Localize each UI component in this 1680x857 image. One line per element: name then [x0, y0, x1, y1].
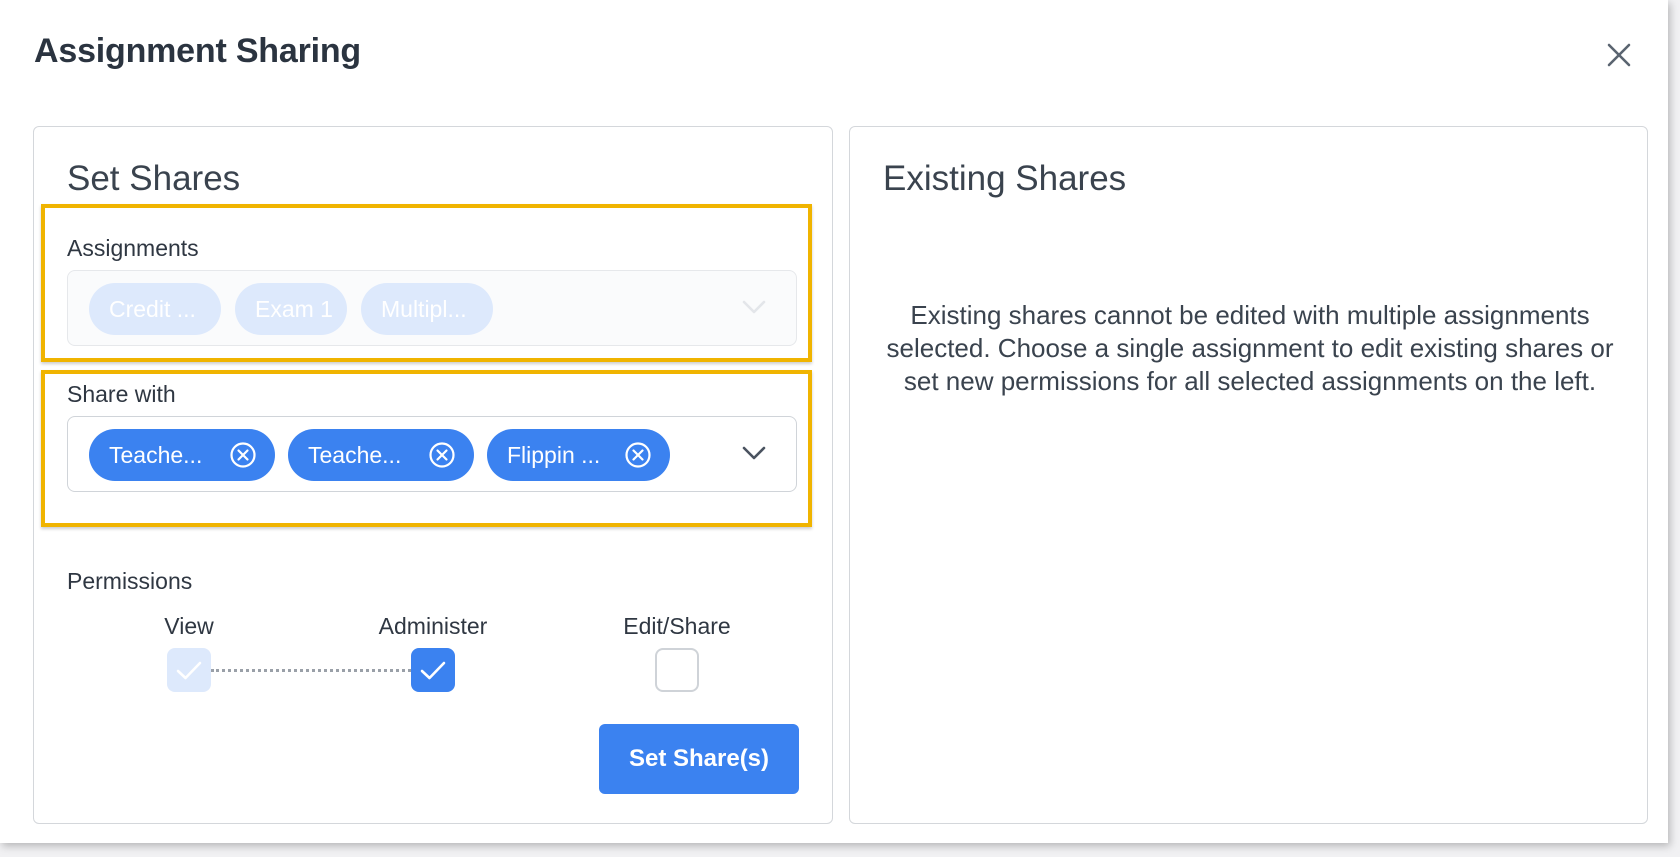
check-icon [420, 661, 446, 680]
assignments-dropdown-toggle [740, 297, 768, 317]
assignments-label: Assignments [67, 235, 199, 261]
assignment-chip-label: Exam 1 [255, 295, 333, 322]
remove-circle-icon [429, 442, 455, 468]
share-with-chip-label: Teache... [308, 441, 402, 468]
permissions-label: Permissions [67, 568, 193, 594]
permission-edit-share-checkbox[interactable] [655, 648, 699, 692]
assignment-chip-label: Multipl... [381, 295, 467, 322]
existing-shares-message: Existing shares cannot be edited with mu… [886, 300, 1614, 396]
share-with-dropdown-toggle[interactable] [740, 443, 768, 463]
assignment-chip-label: Credit ... [109, 295, 196, 322]
existing-shares-panel: Existing Shares Existing shares cannot b… [849, 126, 1648, 824]
dialog-title: Assignment Sharing [34, 32, 362, 70]
check-icon [176, 661, 202, 680]
set-shares-title: Set Shares [67, 159, 241, 198]
set-shares-button[interactable]: Set Share(s) [599, 724, 799, 794]
chip-remove-button[interactable] [229, 441, 257, 469]
permission-edit-share-label: Edit/Share [623, 613, 731, 639]
chip-remove-button[interactable] [428, 441, 456, 469]
share-with-chip[interactable]: Teache... [89, 429, 275, 481]
share-with-label: Share with [67, 381, 176, 407]
assignment-sharing-dialog: Assignment Sharing Set Shares Assignment… [0, 0, 1668, 843]
remove-circle-icon [625, 442, 651, 468]
assignment-chip: Exam 1 [235, 283, 347, 335]
permission-connector [211, 669, 411, 672]
assignment-chip: Multipl... [361, 283, 493, 335]
share-with-chip-label: Teache... [109, 441, 203, 468]
share-with-chip[interactable]: Flippin ... [487, 429, 670, 481]
chevron-down-icon [742, 300, 766, 314]
assignment-chip: Credit ... [89, 283, 221, 335]
permission-administer-label: Administer [378, 613, 488, 639]
permission-view-checkbox [167, 648, 211, 692]
permission-view-label: View [164, 613, 214, 639]
chip-remove-button[interactable] [624, 441, 652, 469]
share-with-chip[interactable]: Teache... [288, 429, 474, 481]
share-with-chip-label: Flippin ... [507, 441, 601, 468]
existing-shares-title: Existing Shares [883, 159, 1127, 198]
assignments-select: Credit ... Exam 1 Multipl... [67, 270, 797, 346]
set-shares-panel: Set Shares Assignments Credit ... Exam 1… [33, 126, 833, 824]
close-button[interactable] [1600, 36, 1638, 74]
remove-circle-icon [230, 442, 256, 468]
permission-administer-checkbox[interactable] [411, 648, 455, 692]
close-icon [1607, 43, 1631, 67]
share-with-select[interactable]: Teache... Teache... Flippin ... [67, 416, 797, 492]
chevron-down-icon [742, 446, 766, 460]
